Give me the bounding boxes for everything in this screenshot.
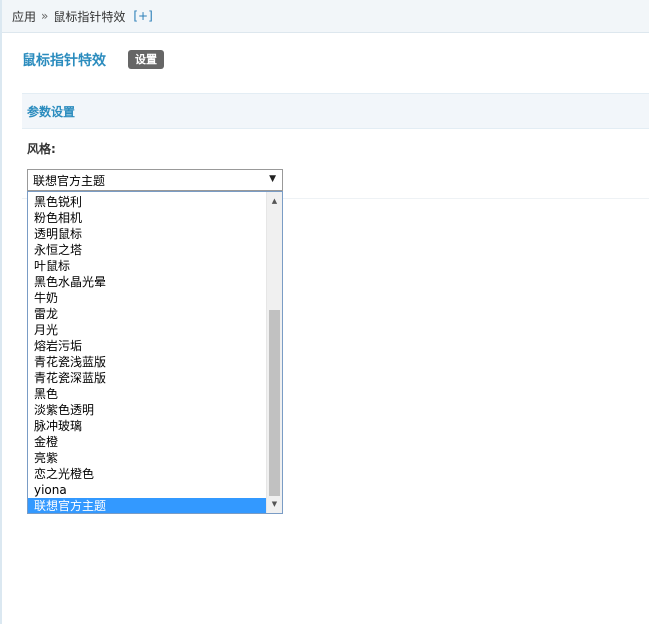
dropdown-option[interactable]: 叶鼠标: [28, 258, 267, 274]
dropdown-scrollbar[interactable]: ▲ ▼: [266, 192, 282, 513]
dropdown-option[interactable]: 联想官方主题: [28, 498, 267, 513]
dropdown-option[interactable]: 熔岩污垢: [28, 338, 267, 354]
dropdown-option[interactable]: 粉色相机: [28, 210, 267, 226]
dropdown-option[interactable]: 雷龙: [28, 306, 267, 322]
style-dropdown-list[interactable]: 黑色锐利 粉色相机 透明鼠标 永恒之塔 叶鼠标 黑色水晶光晕 牛奶 雷龙 月光 熔岩污垢 青花瓷浅蓝…: [27, 191, 283, 514]
dropdown-option[interactable]: 金橙: [28, 434, 267, 450]
style-select[interactable]: 联想官方主题 ▼: [27, 169, 283, 191]
page-title: 鼠标指针特效: [22, 53, 106, 69]
dropdown-option[interactable]: 青花瓷浅蓝版: [28, 354, 267, 370]
dropdown-option[interactable]: 恋之光橙色: [28, 466, 267, 482]
breadcrumb: 应用 » 鼠标指针特效 [+]: [2, 0, 649, 33]
breadcrumb-add-link[interactable]: [+]: [133, 9, 152, 23]
caret-down-icon: ▼: [269, 174, 276, 184]
dropdown-option[interactable]: 黑色: [28, 386, 267, 402]
section-header: 参数设置: [22, 93, 649, 129]
dropdown-option[interactable]: 月光: [28, 322, 267, 338]
breadcrumb-root[interactable]: 应用: [12, 8, 36, 25]
page-left-border: [0, 0, 2, 624]
settings-button[interactable]: 设置: [128, 50, 164, 69]
dropdown-option[interactable]: 青花瓷深蓝版: [28, 370, 267, 386]
dropdown-option[interactable]: 亮紫: [28, 450, 267, 466]
dropdown-options: 黑色锐利 粉色相机 透明鼠标 永恒之塔 叶鼠标 黑色水晶光晕 牛奶 雷龙 月光 熔岩污垢 青花瓷浅蓝…: [28, 194, 267, 513]
dropdown-option[interactable]: 脉冲玻璃: [28, 418, 267, 434]
style-field-label: 风格:: [27, 142, 56, 156]
dropdown-option[interactable]: 淡紫色透明: [28, 402, 267, 418]
dropdown-option[interactable]: 牛奶: [28, 290, 267, 306]
style-select-value: 联想官方主题: [33, 173, 106, 188]
dropdown-option[interactable]: 黑色锐利: [28, 194, 267, 210]
scroll-down-icon[interactable]: ▼: [267, 497, 282, 511]
scroll-up-icon[interactable]: ▲: [267, 194, 282, 208]
dropdown-option[interactable]: yiona: [28, 482, 267, 498]
dropdown-option[interactable]: 透明鼠标: [28, 226, 267, 242]
breadcrumb-separator: »: [41, 9, 49, 23]
scrollbar-thumb[interactable]: [269, 310, 280, 496]
dropdown-option[interactable]: 永恒之塔: [28, 242, 267, 258]
breadcrumb-current: 鼠标指针特效: [53, 9, 126, 24]
dropdown-option[interactable]: 黑色水晶光晕: [28, 274, 267, 290]
